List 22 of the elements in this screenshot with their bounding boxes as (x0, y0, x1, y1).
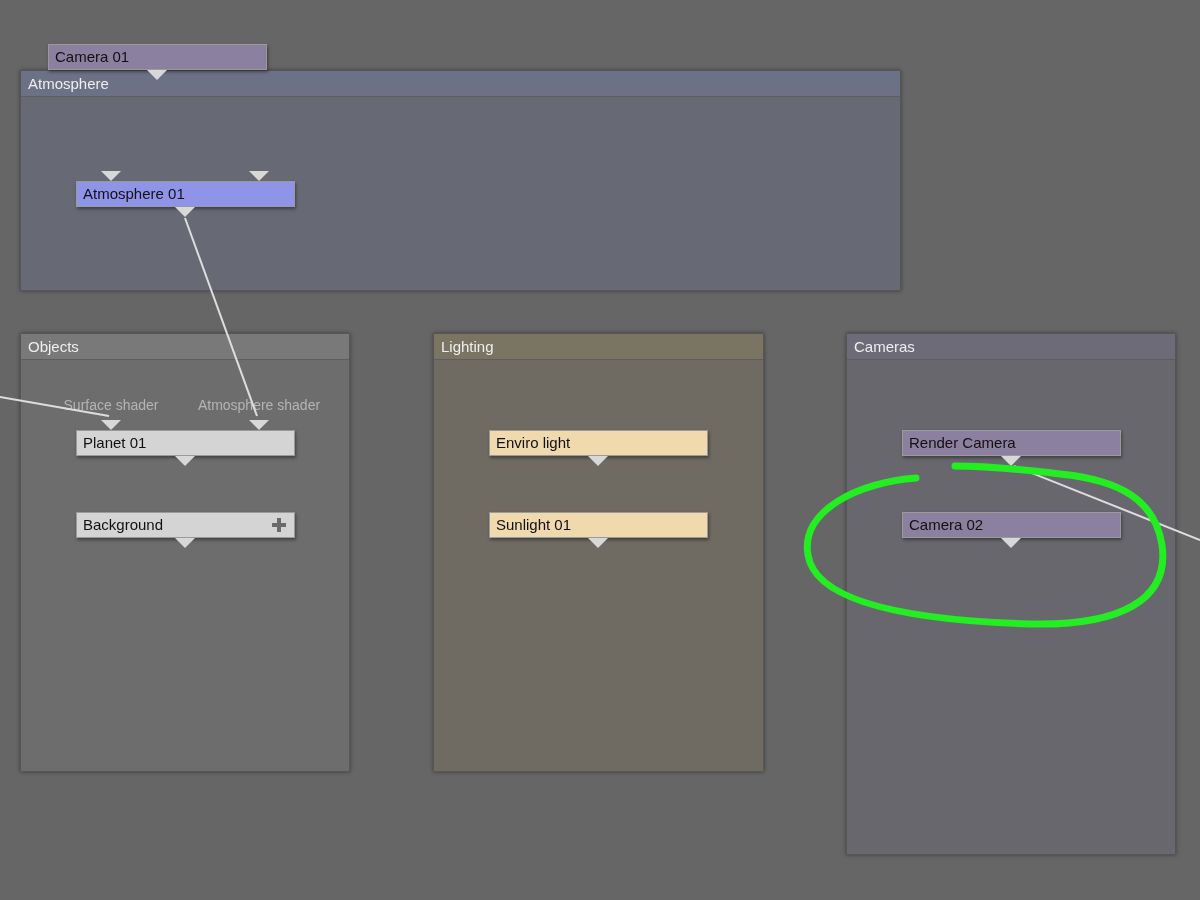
node-label: Background (83, 514, 164, 535)
node-label: Camera 01 (55, 46, 130, 67)
node[interactable]: Atmosphere 01 (76, 181, 295, 207)
node-label: Camera 02 (909, 514, 984, 535)
node-label: Planet 01 (83, 432, 147, 453)
node[interactable]: Planet 01 (76, 430, 295, 456)
node-label: Render Camera (909, 432, 1016, 453)
node[interactable]: Render Camera (902, 430, 1121, 456)
add-icon[interactable] (270, 516, 288, 534)
node-label: Atmosphere 01 (83, 183, 185, 204)
node[interactable]: Sunlight 01 (489, 512, 708, 538)
group-title: Atmosphere (28, 75, 109, 93)
node[interactable]: Enviro light (489, 430, 708, 456)
node[interactable]: Background (76, 512, 295, 538)
node-label: Enviro light (496, 432, 571, 453)
node[interactable]: Camera 01 (48, 44, 267, 70)
group-title: Cameras (854, 338, 915, 356)
input-label: Surface shader (63, 396, 159, 415)
group-title: Lighting (441, 338, 494, 356)
group-title: Objects (28, 338, 79, 356)
node[interactable]: Camera 02 (902, 512, 1121, 538)
node-label: Sunlight 01 (496, 514, 572, 535)
